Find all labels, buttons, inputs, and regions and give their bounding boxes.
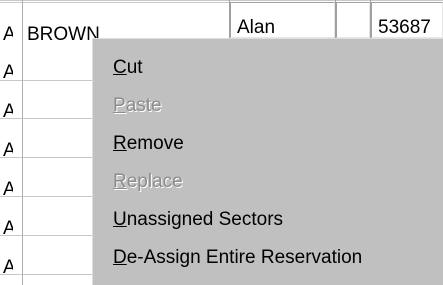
context-menu: Cut Paste Remove Replace Unassigned Sect… <box>92 38 443 285</box>
grid-line <box>0 196 92 197</box>
menu-item-mnemonic: P <box>113 95 126 116</box>
menu-item-label: e-Assign Entire Reservation <box>126 247 363 268</box>
grid-line <box>0 235 92 236</box>
grid-line <box>0 118 92 119</box>
menu-item-mnemonic: R <box>113 133 127 154</box>
first-name-value: Alan <box>237 17 276 38</box>
grid-line <box>22 0 23 285</box>
menu-item-cut[interactable]: Cut <box>93 49 443 87</box>
first-name-cell[interactable]: Alan <box>230 2 335 38</box>
grid-line <box>0 157 92 158</box>
menu-item-mnemonic: D <box>113 247 127 268</box>
menu-item-label: nassigned Sectors <box>126 209 284 230</box>
number-value: 53687 <box>378 17 431 38</box>
row-prefix: A <box>3 140 13 161</box>
grid-line <box>0 274 92 275</box>
middle-initial-cell[interactable] <box>336 2 370 38</box>
menu-item-remove[interactable]: Remove <box>93 125 443 163</box>
last-name-value[interactable]: BROWN <box>27 24 100 46</box>
row-prefix: A <box>3 179 13 200</box>
menu-item-mnemonic: C <box>113 57 127 78</box>
menu-item-mnemonic: R <box>113 171 127 192</box>
menu-item-label: ut <box>126 57 143 78</box>
menu-item-mnemonic: U <box>113 209 127 230</box>
menu-item-paste[interactable]: Paste <box>93 87 443 125</box>
screen: Alan 53687 A BROWN A A A A A A Cut Paste… <box>0 0 443 285</box>
menu-item-unassigned-sectors[interactable]: Unassigned Sectors <box>93 201 443 239</box>
menu-item-de-assign-entire-reservation[interactable]: De-Assign Entire Reservation <box>93 239 443 277</box>
menu-item-replace[interactable]: Replace <box>93 163 443 201</box>
grid-line <box>0 0 443 1</box>
menu-item-label: eplace <box>126 171 183 192</box>
row-prefix: A <box>3 24 13 45</box>
grid-line <box>0 80 92 81</box>
row-prefix: A <box>3 101 13 122</box>
menu-item-label: emove <box>126 133 184 154</box>
menu-item-label: aste <box>125 95 162 116</box>
row-prefix: A <box>3 218 13 239</box>
row-prefix: A <box>3 257 13 278</box>
row-prefix: A <box>3 62 13 83</box>
number-cell[interactable]: 53687 <box>371 2 443 38</box>
